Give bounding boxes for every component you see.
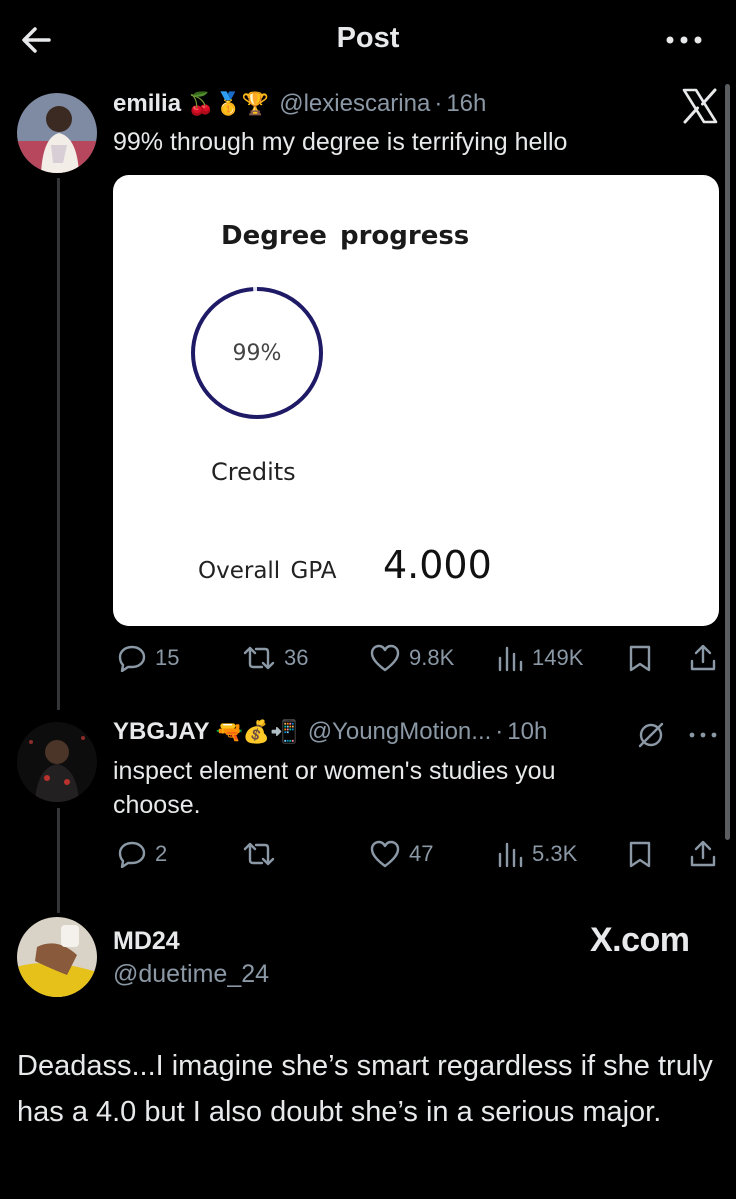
like-count: 47 — [409, 841, 434, 866]
bookmark-icon[interactable] — [627, 840, 653, 873]
repost-count: 36 — [284, 645, 309, 670]
views-button[interactable]: 149K — [496, 644, 583, 672]
repost-button[interactable]: 36 — [242, 644, 308, 672]
repost-icon — [243, 842, 275, 866]
author-emojis: 🍒🥇🏆 — [187, 91, 270, 116]
bookmark-icon[interactable] — [627, 644, 653, 677]
author-handle[interactable]: @lexiescarina — [279, 90, 430, 118]
x-logo-icon — [680, 86, 720, 126]
timestamp[interactable]: 10h — [507, 718, 547, 746]
like-button[interactable]: 47 — [369, 840, 433, 868]
credits-label: Credits — [211, 458, 296, 486]
reply-button[interactable]: 2 — [117, 840, 167, 868]
author-emojis: 🔫💰📲 — [215, 719, 298, 744]
reply-button[interactable]: 15 — [117, 644, 179, 672]
views-icon — [498, 646, 523, 672]
tweet-author-row: emilia 🍒🥇🏆 @lexiescarina · 16h — [113, 90, 486, 118]
author-handle[interactable]: @duetime_24 — [113, 960, 269, 989]
like-button[interactable]: 9.8K — [369, 644, 454, 672]
views-count: 5.3K — [532, 841, 578, 866]
avatar[interactable] — [17, 93, 97, 173]
more-options-icon[interactable] — [664, 30, 704, 50]
gpa-value: 4.000 — [383, 543, 492, 587]
reply-count: 2 — [155, 841, 168, 866]
quote-text: Deadass...I imagine she’s smart regardle… — [17, 1050, 713, 1128]
separator: · — [434, 90, 443, 117]
views-icon — [498, 842, 523, 868]
repost-button[interactable] — [242, 840, 284, 868]
reply-icon — [118, 841, 146, 868]
reply-text: inspect element or women's studies you c… — [113, 757, 556, 819]
thread-line — [57, 808, 60, 913]
more-options-icon[interactable] — [688, 728, 718, 746]
author-name[interactable]: YBGJAY — [113, 718, 210, 746]
avatar[interactable] — [17, 917, 97, 997]
scrollbar[interactable] — [725, 84, 730, 840]
progress-label: 99% — [232, 340, 282, 366]
timestamp[interactable]: 16h — [446, 90, 486, 118]
grok-icon[interactable] — [636, 720, 666, 755]
views-count: 149K — [532, 645, 584, 670]
reply-count: 15 — [155, 645, 180, 670]
thread-line — [57, 178, 60, 710]
heart-icon — [370, 840, 400, 868]
author-handle[interactable]: @YoungMotion... — [308, 718, 492, 746]
gpa-label: Overall GPA — [198, 558, 337, 584]
reply-icon — [118, 645, 146, 672]
tweet-text: 99% through my degree is terrifying hell… — [113, 128, 568, 156]
card-title: Degree progress — [221, 221, 470, 251]
separator: · — [495, 718, 504, 745]
attached-image[interactable]: Degree progress 99% Credits Overall GPA … — [113, 175, 719, 626]
page-title: Post — [336, 22, 400, 54]
repost-icon — [243, 646, 275, 670]
heart-icon — [370, 644, 400, 672]
top-bar: Post — [0, 0, 736, 82]
x-com-brand: X.com — [590, 921, 690, 959]
share-icon[interactable] — [688, 839, 718, 874]
avatar[interactable] — [17, 722, 97, 802]
share-icon[interactable] — [688, 643, 718, 678]
reply-author-row: YBGJAY 🔫💰📲 @YoungMotion... · 10h — [113, 718, 547, 746]
views-button[interactable]: 5.3K — [496, 840, 577, 868]
author-name[interactable]: MD24 — [113, 927, 180, 956]
author-name[interactable]: emilia — [113, 90, 181, 118]
like-count: 9.8K — [409, 645, 455, 670]
